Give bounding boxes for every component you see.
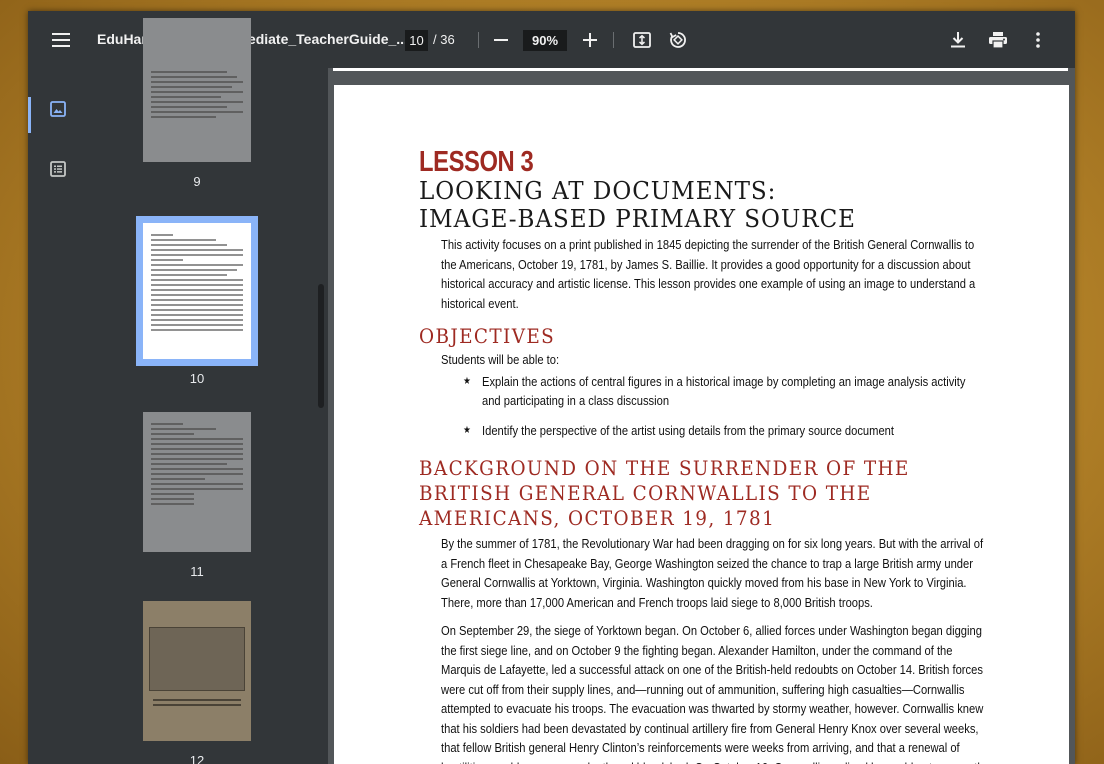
document-page: LESSON 3 LOOKING AT DOCUMENTS: IMAGE-BAS… bbox=[334, 85, 1069, 764]
thumbnail-page-10[interactable]: 10 bbox=[136, 216, 258, 386]
objective-item: Identify the perspective of the artist u… bbox=[463, 421, 981, 441]
background-paragraph: By the summer of 1781, the Revolutionary… bbox=[441, 536, 984, 610]
thumbnail-page-9[interactable]: 9 bbox=[143, 18, 251, 189]
pdf-viewer: EduHamOnline_Intermediate_TeacherGuide_.… bbox=[28, 11, 1075, 764]
background-heading-line: BACKGROUND ON THE SURRENDER OF THE bbox=[419, 456, 910, 480]
thumbnail-page-12[interactable]: 12 bbox=[143, 601, 251, 764]
toolbar-divider bbox=[613, 32, 614, 48]
thumbnail-image bbox=[143, 18, 251, 162]
toolbar-divider bbox=[478, 32, 479, 48]
lesson-title-line: LOOKING AT DOCUMENTS: bbox=[419, 177, 777, 205]
zoom-input[interactable]: 90% bbox=[523, 30, 567, 51]
objectives-lead: Students will be able to: bbox=[441, 352, 560, 367]
objective-item: Explain the actions of central figures i… bbox=[463, 372, 981, 411]
thumbnail-sidebar: 9 10 11 12 bbox=[28, 18, 328, 764]
more-vert-icon[interactable] bbox=[1027, 29, 1049, 51]
thumbnail-image-icon[interactable] bbox=[28, 85, 88, 133]
page-total: / 36 bbox=[433, 32, 455, 47]
previous-page-edge bbox=[333, 68, 1068, 71]
thumbnail-image bbox=[143, 412, 251, 552]
thumbnail-label: 9 bbox=[193, 174, 201, 189]
plus-icon[interactable] bbox=[579, 29, 601, 51]
thumbnail-label: 12 bbox=[189, 753, 205, 764]
thumbnail-page-11[interactable]: 11 bbox=[143, 412, 251, 579]
background-heading: BACKGROUND ON THE SURRENDER OF THE BRITI… bbox=[419, 456, 953, 531]
background-paragraph: On September 29, the siege of Yorktown b… bbox=[441, 623, 990, 764]
menu-icon[interactable] bbox=[50, 29, 72, 51]
page-number-input[interactable]: 10 bbox=[405, 30, 428, 51]
document-area: LESSON 3 LOOKING AT DOCUMENTS: IMAGE-BAS… bbox=[328, 68, 1075, 764]
objectives-heading: OBJECTIVES bbox=[419, 324, 556, 348]
background-heading-line: BRITISH GENERAL CORNWALLIS TO THE bbox=[419, 481, 872, 505]
outline-list-icon[interactable] bbox=[28, 145, 88, 193]
sidebar-scrollbar[interactable] bbox=[318, 284, 324, 408]
thumbnail-label: 10 bbox=[189, 371, 205, 386]
download-icon[interactable] bbox=[947, 29, 969, 51]
intro-paragraph: This activity focuses on a print publish… bbox=[441, 237, 976, 311]
rotate-icon[interactable] bbox=[667, 29, 689, 51]
thumbnail-image bbox=[143, 601, 251, 741]
background-heading-line: AMERICANS, OCTOBER 19, 1781 bbox=[419, 506, 776, 530]
lesson-number: LESSON 3 bbox=[419, 146, 534, 178]
lesson-title: LOOKING AT DOCUMENTS: IMAGE-BASED PRIMAR… bbox=[419, 177, 976, 233]
minus-icon[interactable] bbox=[490, 29, 512, 51]
thumbnail-label: 11 bbox=[190, 564, 204, 579]
lesson-title-line: IMAGE-BASED PRIMARY SOURCE bbox=[419, 205, 856, 233]
thumbnail-painting bbox=[149, 627, 245, 691]
thumbnail-image bbox=[136, 216, 258, 366]
print-icon[interactable] bbox=[987, 29, 1009, 51]
fit-to-page-icon[interactable] bbox=[631, 29, 653, 51]
